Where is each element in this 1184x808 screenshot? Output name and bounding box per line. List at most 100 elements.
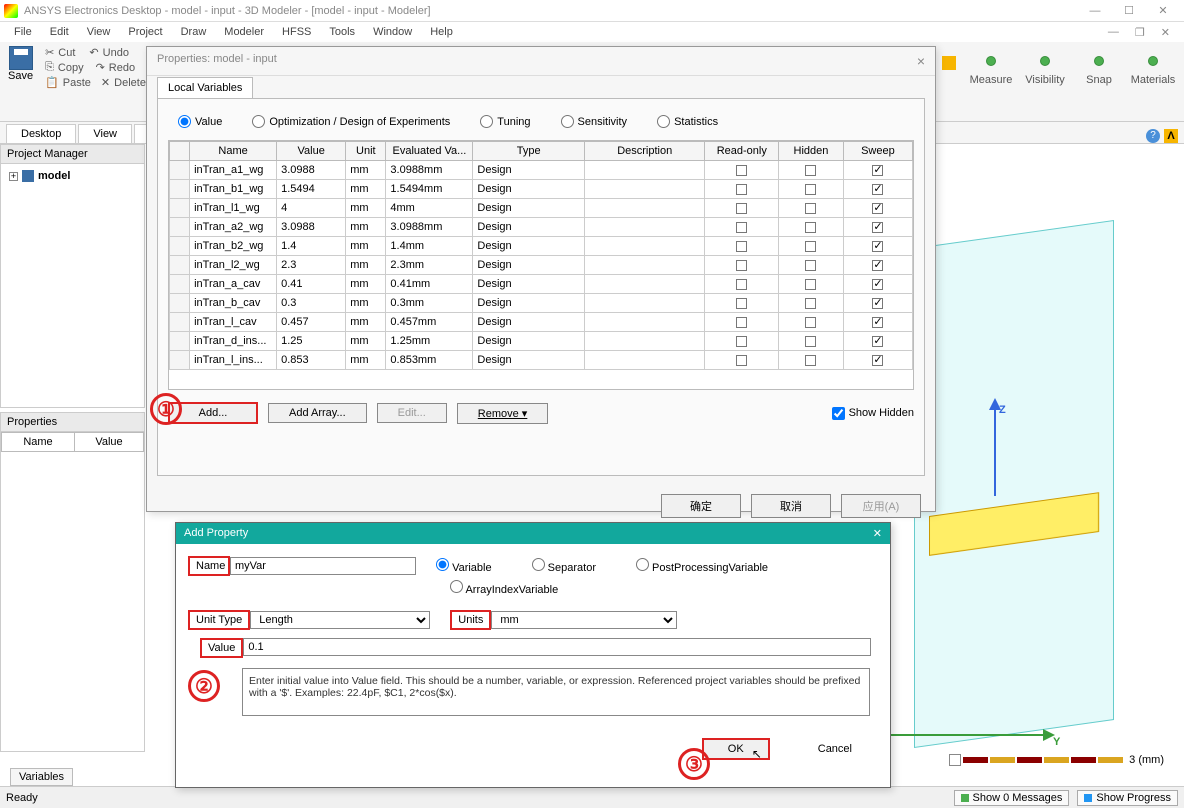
menu-help[interactable]: Help	[422, 24, 461, 40]
col-value[interactable]: Value	[75, 433, 144, 452]
menu-hfss[interactable]: HFSS	[274, 24, 319, 40]
radio-arrayindex[interactable]: ArrayIndexVariable	[450, 580, 558, 596]
tab-view[interactable]: View	[78, 124, 132, 143]
tab-desktop[interactable]: Desktop	[6, 124, 76, 143]
paste-button[interactable]: 📋Paste✕Delete	[45, 76, 146, 89]
hidden-checkbox[interactable]	[805, 279, 816, 290]
table-row[interactable]: inTran_b_cav0.3mm0.3mmDesign	[170, 294, 913, 313]
menu-file[interactable]: File	[6, 24, 40, 40]
col-name[interactable]: Name	[2, 433, 75, 452]
ok-button[interactable]: 确定	[661, 494, 741, 518]
mdi-minimize-button[interactable]: —	[1100, 24, 1127, 41]
col-readonly[interactable]: Read-only	[705, 142, 779, 161]
cancel-button[interactable]: Cancel	[798, 738, 872, 760]
show-progress-button[interactable]: Show Progress	[1077, 790, 1178, 806]
show-messages-button[interactable]: Show 0 Messages	[954, 790, 1070, 806]
radio-stats[interactable]	[657, 115, 670, 128]
menu-window[interactable]: Window	[365, 24, 420, 40]
menu-modeler[interactable]: Modeler	[216, 24, 272, 40]
sweep-checkbox[interactable]	[872, 298, 883, 309]
cancel-button[interactable]: 取消	[751, 494, 831, 518]
add-button[interactable]: Add...	[168, 402, 258, 424]
radio-separator[interactable]: Separator	[532, 558, 596, 574]
radio-tuning[interactable]	[480, 115, 493, 128]
readonly-checkbox[interactable]	[736, 260, 747, 271]
sweep-checkbox[interactable]	[872, 203, 883, 214]
sweep-checkbox[interactable]	[872, 336, 883, 347]
hidden-checkbox[interactable]	[805, 241, 816, 252]
add-array-button[interactable]: Add Array...	[268, 403, 367, 423]
mode-value[interactable]: Value	[178, 115, 222, 128]
variables-table[interactable]: Name Value Unit Evaluated Va... Type Des…	[168, 140, 914, 390]
snap-tool[interactable]: Snap	[1074, 48, 1124, 115]
col-unit[interactable]: Unit	[346, 142, 386, 161]
tree-item-model[interactable]: + model	[5, 168, 140, 184]
mdi-restore-button[interactable]: ❐	[1127, 24, 1153, 41]
hidden-checkbox[interactable]	[805, 203, 816, 214]
sweep-checkbox[interactable]	[872, 260, 883, 271]
table-row[interactable]: inTran_d_ins...1.25mm1.25mmDesign	[170, 332, 913, 351]
ok-button[interactable]: OK ↖	[702, 738, 770, 760]
col-hidden[interactable]: Hidden	[779, 142, 844, 161]
table-row[interactable]: inTran_a_cav0.41mm0.41mmDesign	[170, 275, 913, 294]
readonly-checkbox[interactable]	[736, 336, 747, 347]
unit-type-select[interactable]: Length	[250, 611, 430, 629]
show-hidden-checkbox[interactable]: Show Hidden	[832, 407, 914, 420]
table-row[interactable]: inTran_l_ins...0.853mm0.853mmDesign	[170, 351, 913, 370]
menu-edit[interactable]: Edit	[42, 24, 77, 40]
apply-button[interactable]: 应用(A)	[841, 494, 921, 518]
remove-button[interactable]: Remove ▾	[457, 403, 549, 424]
mode-tuning[interactable]: Tuning	[480, 115, 530, 128]
sweep-checkbox[interactable]	[872, 317, 883, 328]
edit-button[interactable]: Edit...	[377, 403, 447, 423]
units-select[interactable]: mm	[491, 611, 677, 629]
menu-draw[interactable]: Draw	[173, 24, 215, 40]
table-row[interactable]: inTran_l_cav0.457mm0.457mmDesign	[170, 313, 913, 332]
measure-tool[interactable]: Measure	[966, 48, 1016, 115]
hidden-checkbox[interactable]	[805, 260, 816, 271]
hidden-checkbox[interactable]	[805, 336, 816, 347]
mode-optimization[interactable]: Optimization / Design of Experiments	[252, 115, 450, 128]
dialog-close-button[interactable]: ×	[917, 53, 925, 69]
hidden-checkbox[interactable]	[805, 165, 816, 176]
table-row[interactable]: inTran_l1_wg4mm4mmDesign	[170, 199, 913, 218]
add-dialog-close[interactable]: ✕	[873, 527, 882, 540]
sweep-checkbox[interactable]	[872, 355, 883, 366]
menu-tools[interactable]: Tools	[321, 24, 363, 40]
col-value[interactable]: Value	[277, 142, 346, 161]
readonly-checkbox[interactable]	[736, 317, 747, 328]
col-type[interactable]: Type	[473, 142, 585, 161]
radio-value[interactable]	[178, 115, 191, 128]
radio-variable[interactable]: Variable	[436, 558, 492, 574]
readonly-checkbox[interactable]	[736, 355, 747, 366]
mode-statistics[interactable]: Statistics	[657, 115, 718, 128]
table-row[interactable]: inTran_b2_wg1.4mm1.4mmDesign	[170, 237, 913, 256]
col-sweep[interactable]: Sweep	[843, 142, 912, 161]
sweep-checkbox[interactable]	[872, 222, 883, 233]
table-row[interactable]: inTran_b1_wg1.5494mm1.5494mmDesign	[170, 180, 913, 199]
help-icon[interactable]: ?	[1146, 129, 1160, 143]
hidden-checkbox[interactable]	[805, 222, 816, 233]
hidden-checkbox[interactable]	[805, 298, 816, 309]
sweep-checkbox[interactable]	[872, 241, 883, 252]
table-row[interactable]: inTran_a1_wg3.0988mm3.0988mmDesign	[170, 161, 913, 180]
col-name[interactable]: Name	[190, 142, 277, 161]
table-row[interactable]: inTran_l2_wg2.3mm2.3mmDesign	[170, 256, 913, 275]
readonly-checkbox[interactable]	[736, 184, 747, 195]
col-desc[interactable]: Description	[584, 142, 704, 161]
minimize-button[interactable]: —	[1078, 5, 1112, 17]
readonly-checkbox[interactable]	[736, 241, 747, 252]
radio-sens[interactable]	[561, 115, 574, 128]
save-button[interactable]: Save	[0, 42, 41, 121]
mode-sensitivity[interactable]: Sensitivity	[561, 115, 628, 128]
table-row[interactable]: inTran_a2_wg3.0988mm3.0988mmDesign	[170, 218, 913, 237]
name-input[interactable]	[230, 557, 416, 575]
readonly-checkbox[interactable]	[736, 222, 747, 233]
hidden-checkbox[interactable]	[805, 317, 816, 328]
ansys-lambda-icon[interactable]: Λ	[1164, 129, 1178, 143]
radio-opt[interactable]	[252, 115, 265, 128]
tab-local-variables[interactable]: Local Variables	[157, 77, 253, 99]
col-eval[interactable]: Evaluated Va...	[386, 142, 473, 161]
close-button[interactable]: ✕	[1146, 4, 1180, 17]
visibility-tool[interactable]: Visibility	[1020, 48, 1070, 115]
